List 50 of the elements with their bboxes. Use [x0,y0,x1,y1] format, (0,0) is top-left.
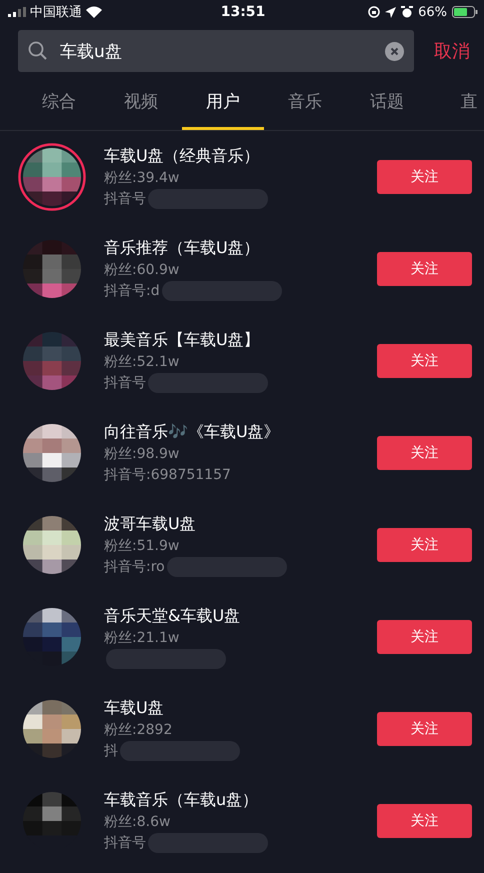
account-id: 抖音号:d [104,282,160,300]
search-icon [28,41,48,61]
clear-icon[interactable] [385,42,404,60]
follower-count: 粉丝:98.9w [104,444,180,462]
follow-button[interactable]: 关注 [377,804,472,838]
tab[interactable]: 直 [428,74,484,130]
alarm-icon [401,6,414,18]
follow-button[interactable]: 关注 [377,344,472,378]
account-id: 抖音号 [104,190,146,208]
follow-button[interactable]: 关注 [377,712,472,746]
follow-button[interactable]: 关注 [377,160,472,194]
rotation-lock-icon [368,6,380,18]
cancel-button[interactable]: 取消 [434,39,470,63]
follower-count: 粉丝:2892 [104,720,174,738]
location-icon [385,6,396,18]
signal-icon [8,7,26,17]
search-field[interactable]: 车载u盘 [18,30,414,72]
user-name: 音乐天堂&车载U盘 [104,606,242,626]
user-name: 车载音乐（车载u盘） [104,790,260,810]
account-id: 抖音号:ro [104,558,165,576]
account-id: 抖音号 [104,374,146,392]
user-name: 波哥车载U盘 [104,514,197,534]
follower-count: 粉丝:52.1w [104,352,180,370]
tab[interactable]: 话题 [346,74,428,130]
follow-button[interactable]: 关注 [377,620,472,654]
follower-count: 粉丝:51.9w [104,536,180,554]
account-id: 抖音号 [104,834,146,852]
battery-icon [452,6,478,18]
follow-button[interactable]: 关注 [377,252,472,286]
tab[interactable]: 用户 [182,74,264,130]
follower-count: 粉丝:8.6w [104,812,172,830]
follow-button[interactable]: 关注 [377,436,472,470]
user-name: 音乐推荐（车载U盘） [104,238,261,258]
follow-button[interactable]: 关注 [377,528,472,562]
account-id: 抖音号:698751157 [104,466,231,484]
account-id: 抖 [104,742,118,760]
follower-count: 粉丝:21.1w [104,628,180,646]
follower-count: 粉丝:39.4w [104,168,180,186]
tab[interactable]: 音乐 [264,74,346,130]
user-name: 向往音乐🎶《车载U盘》 [104,422,281,442]
user-name: 最美音乐【车载U盘】 [104,330,261,350]
tab[interactable]: 视频 [100,74,182,130]
user-name: 车载U盘 [104,698,165,718]
battery-percent: 66% [418,4,448,20]
clock-time: 13:51 [220,4,266,20]
carrier-name: 中国联通 [30,4,82,21]
tab[interactable]: 综合 [18,74,100,130]
wifi-icon [86,6,102,18]
follower-count: 粉丝:60.9w [104,260,180,278]
user-name: 车载U盘（经典音乐） [104,146,261,166]
